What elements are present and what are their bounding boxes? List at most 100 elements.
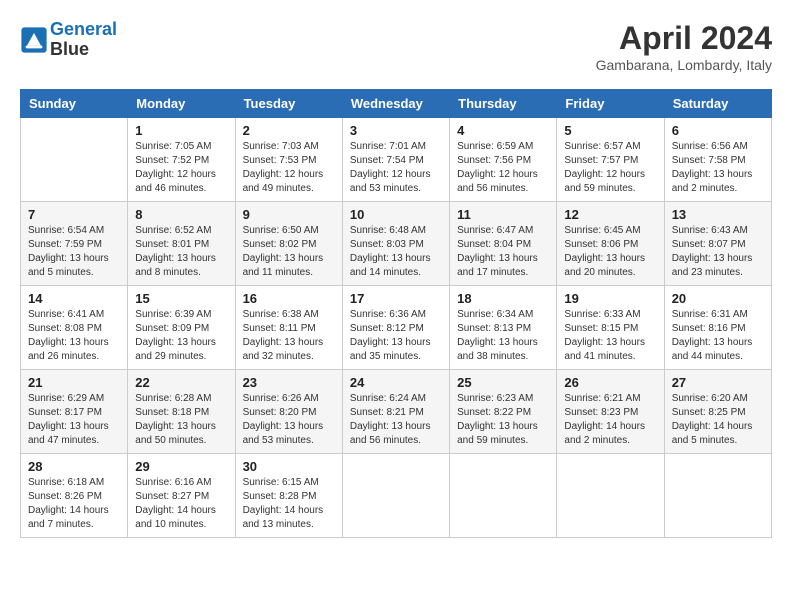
day-info: Sunrise: 6:31 AM Sunset: 8:16 PM Dayligh… xyxy=(672,308,764,364)
header-cell-wednesday: Wednesday xyxy=(342,90,449,118)
day-info: Sunrise: 6:57 AM Sunset: 7:57 PM Dayligh… xyxy=(564,140,656,196)
day-number: 21 xyxy=(28,375,120,390)
day-info: Sunrise: 6:28 AM Sunset: 8:18 PM Dayligh… xyxy=(135,392,227,448)
day-cell xyxy=(664,454,771,538)
day-cell: 16Sunrise: 6:38 AM Sunset: 8:11 PM Dayli… xyxy=(235,286,342,370)
day-number: 19 xyxy=(564,291,656,306)
logo-line2: Blue xyxy=(50,40,117,60)
day-cell: 15 Sunrise: 6:39 AM Sunset: 8:09 PM Dayli… xyxy=(128,286,235,370)
day-cell: 6 Sunrise: 6:56 AM Sunset: 7:58 PM Daylig… xyxy=(664,118,771,202)
day-number: 6 xyxy=(672,123,764,138)
header-row: SundayMondayTuesdayWednesdayThursdayFrid… xyxy=(21,90,772,118)
day-info: Sunrise: 6:45 AM Sunset: 8:06 PM Dayligh… xyxy=(564,224,656,280)
day-cell: 13 Sunrise: 6:43 AM Sunset: 8:07 PM Dayli… xyxy=(664,202,771,286)
day-cell: 19 Sunrise: 6:33 AM Sunset: 8:15 PM Dayli… xyxy=(557,286,664,370)
day-info: Sunrise: 6:26 AM Sunset: 8:20 PM Dayligh… xyxy=(243,392,335,448)
day-cell: 9 Sunrise: 6:50 AM Sunset: 8:02 PM Daylig… xyxy=(235,202,342,286)
day-number: 15 xyxy=(135,291,227,306)
day-info: Sunrise: 6:36 AM Sunset: 8:12 PM Dayligh… xyxy=(350,308,442,364)
day-cell: 29Sunrise: 6:16 AM Sunset: 8:27 PM Dayli… xyxy=(128,454,235,538)
day-number: 23 xyxy=(243,375,335,390)
day-cell: 20 Sunrise: 6:31 AM Sunset: 8:16 PM Dayli… xyxy=(664,286,771,370)
day-info: Sunrise: 6:54 AM Sunset: 7:59 PM Dayligh… xyxy=(28,224,120,280)
day-number: 13 xyxy=(672,207,764,222)
day-number: 24 xyxy=(350,375,442,390)
day-number: 22 xyxy=(135,375,227,390)
day-number: 18 xyxy=(457,291,549,306)
day-number: 5 xyxy=(564,123,656,138)
day-info: Sunrise: 6:20 AM Sunset: 8:25 PM Dayligh… xyxy=(672,392,764,448)
title-block: April 2024 Gambarana, Lombardy, Italy xyxy=(596,20,772,73)
day-info: Sunrise: 6:33 AM Sunset: 8:15 PM Dayligh… xyxy=(564,308,656,364)
day-cell: 27 Sunrise: 6:20 AM Sunset: 8:25 PM Dayli… xyxy=(664,370,771,454)
day-cell: 24 Sunrise: 6:24 AM Sunset: 8:21 PM Dayli… xyxy=(342,370,449,454)
day-cell: 28 Sunrise: 6:18 AM Sunset: 8:26 PM Dayli… xyxy=(21,454,128,538)
day-number: 30 xyxy=(243,459,335,474)
logo-line1: General xyxy=(50,19,117,39)
logo: General Blue xyxy=(20,20,117,60)
calendar-header: SundayMondayTuesdayWednesdayThursdayFrid… xyxy=(21,90,772,118)
day-info: Sunrise: 6:24 AM Sunset: 8:21 PM Dayligh… xyxy=(350,392,442,448)
day-cell: 2Sunrise: 7:03 AM Sunset: 7:53 PM Daylig… xyxy=(235,118,342,202)
week-row-0: 1Sunrise: 7:05 AM Sunset: 7:52 PM Daylig… xyxy=(21,118,772,202)
day-info: Sunrise: 6:56 AM Sunset: 7:58 PM Dayligh… xyxy=(672,140,764,196)
header-cell-sunday: Sunday xyxy=(21,90,128,118)
logo-icon xyxy=(20,26,48,54)
header-cell-saturday: Saturday xyxy=(664,90,771,118)
day-info: Sunrise: 6:41 AM Sunset: 8:08 PM Dayligh… xyxy=(28,308,120,364)
logo-text: General Blue xyxy=(50,20,117,60)
day-cell: 10 Sunrise: 6:48 AM Sunset: 8:03 PM Dayli… xyxy=(342,202,449,286)
day-number: 9 xyxy=(243,207,335,222)
day-number: 26 xyxy=(564,375,656,390)
day-cell: 21 Sunrise: 6:29 AM Sunset: 8:17 PM Dayli… xyxy=(21,370,128,454)
day-info: Sunrise: 6:38 AM Sunset: 8:11 PM Dayligh… xyxy=(243,308,335,364)
week-row-1: 7Sunrise: 6:54 AM Sunset: 7:59 PM Daylig… xyxy=(21,202,772,286)
week-row-3: 21 Sunrise: 6:29 AM Sunset: 8:17 PM Dayli… xyxy=(21,370,772,454)
day-number: 10 xyxy=(350,207,442,222)
week-row-4: 28 Sunrise: 6:18 AM Sunset: 8:26 PM Dayli… xyxy=(21,454,772,538)
day-number: 28 xyxy=(28,459,120,474)
page-header: General Blue April 2024 Gambarana, Lomba… xyxy=(20,20,772,73)
day-cell xyxy=(450,454,557,538)
day-info: Sunrise: 6:16 AM Sunset: 8:27 PM Dayligh… xyxy=(135,476,227,532)
day-info: Sunrise: 6:34 AM Sunset: 8:13 PM Dayligh… xyxy=(457,308,549,364)
day-cell xyxy=(557,454,664,538)
day-number: 27 xyxy=(672,375,764,390)
day-info: Sunrise: 6:23 AM Sunset: 8:22 PM Dayligh… xyxy=(457,392,549,448)
day-cell: 23 Sunrise: 6:26 AM Sunset: 8:20 PM Dayli… xyxy=(235,370,342,454)
day-number: 11 xyxy=(457,207,549,222)
day-cell: 14Sunrise: 6:41 AM Sunset: 8:08 PM Dayli… xyxy=(21,286,128,370)
day-info: Sunrise: 6:39 AM Sunset: 8:09 PM Dayligh… xyxy=(135,308,227,364)
day-info: Sunrise: 6:18 AM Sunset: 8:26 PM Dayligh… xyxy=(28,476,120,532)
day-info: Sunrise: 6:48 AM Sunset: 8:03 PM Dayligh… xyxy=(350,224,442,280)
week-row-2: 14Sunrise: 6:41 AM Sunset: 8:08 PM Dayli… xyxy=(21,286,772,370)
day-info: Sunrise: 6:43 AM Sunset: 8:07 PM Dayligh… xyxy=(672,224,764,280)
day-number: 17 xyxy=(350,291,442,306)
day-cell: 18 Sunrise: 6:34 AM Sunset: 8:13 PM Dayli… xyxy=(450,286,557,370)
day-cell: 8Sunrise: 6:52 AM Sunset: 8:01 PM Daylig… xyxy=(128,202,235,286)
day-number: 20 xyxy=(672,291,764,306)
day-cell: 3 Sunrise: 7:01 AM Sunset: 7:54 PM Daylig… xyxy=(342,118,449,202)
day-cell: 12 Sunrise: 6:45 AM Sunset: 8:06 PM Dayli… xyxy=(557,202,664,286)
day-number: 12 xyxy=(564,207,656,222)
day-info: Sunrise: 6:59 AM Sunset: 7:56 PM Dayligh… xyxy=(457,140,549,196)
header-cell-monday: Monday xyxy=(128,90,235,118)
day-number: 8 xyxy=(135,207,227,222)
day-info: Sunrise: 6:21 AM Sunset: 8:23 PM Dayligh… xyxy=(564,392,656,448)
calendar-table: SundayMondayTuesdayWednesdayThursdayFrid… xyxy=(20,89,772,538)
day-info: Sunrise: 7:01 AM Sunset: 7:54 PM Dayligh… xyxy=(350,140,442,196)
calendar-body: 1Sunrise: 7:05 AM Sunset: 7:52 PM Daylig… xyxy=(21,118,772,538)
day-cell: 1Sunrise: 7:05 AM Sunset: 7:52 PM Daylig… xyxy=(128,118,235,202)
day-info: Sunrise: 6:29 AM Sunset: 8:17 PM Dayligh… xyxy=(28,392,120,448)
day-cell xyxy=(21,118,128,202)
day-cell: 7Sunrise: 6:54 AM Sunset: 7:59 PM Daylig… xyxy=(21,202,128,286)
day-cell: 17 Sunrise: 6:36 AM Sunset: 8:12 PM Dayli… xyxy=(342,286,449,370)
day-number: 4 xyxy=(457,123,549,138)
day-number: 2 xyxy=(243,123,335,138)
day-number: 1 xyxy=(135,123,227,138)
day-cell: 4 Sunrise: 6:59 AM Sunset: 7:56 PM Daylig… xyxy=(450,118,557,202)
day-number: 3 xyxy=(350,123,442,138)
day-cell: 5 Sunrise: 6:57 AM Sunset: 7:57 PM Daylig… xyxy=(557,118,664,202)
day-info: Sunrise: 6:50 AM Sunset: 8:02 PM Dayligh… xyxy=(243,224,335,280)
day-number: 25 xyxy=(457,375,549,390)
